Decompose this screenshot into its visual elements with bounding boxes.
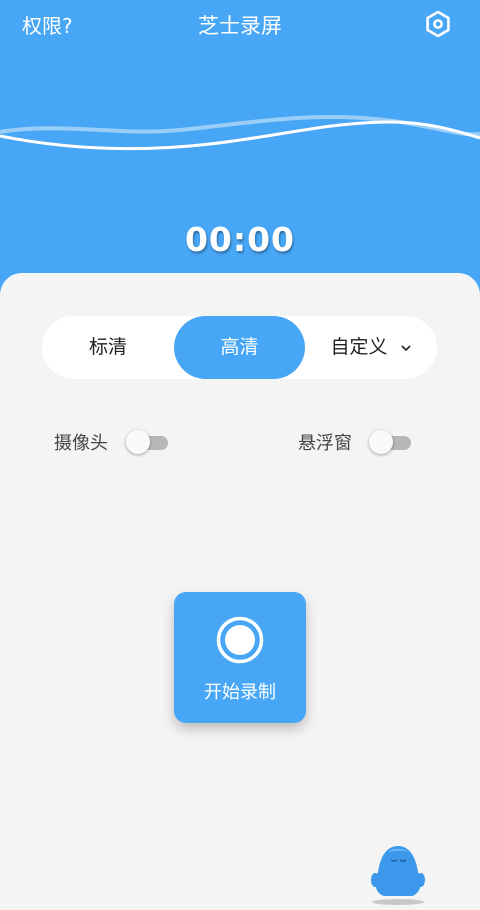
start-recording-label: 开始录制 (204, 682, 276, 703)
header-banner: 权限? 芝士录屏 00:00 (0, 0, 480, 300)
app-title: 芝士录屏 (198, 14, 282, 38)
camera-switch-thumb (126, 430, 150, 454)
quality-option-standard[interactable]: 标清 (42, 316, 174, 379)
camera-switch[interactable] (126, 429, 168, 455)
camera-toggle-row: 摄像头 (54, 425, 174, 459)
floating-window-switch-thumb (369, 430, 393, 454)
floating-window-label: 悬浮窗 (298, 433, 352, 454)
record-circle-icon (216, 616, 264, 664)
quality-option-custom[interactable]: 自定义 (305, 316, 437, 379)
floating-window-toggle-row: 悬浮窗 (298, 425, 418, 459)
quality-option-custom-label: 自定义 (330, 336, 388, 358)
mascot-character-icon[interactable] (364, 838, 432, 906)
wave-decoration (0, 114, 480, 151)
quality-selector: 标清 高清 自定义 (42, 316, 437, 379)
start-recording-button[interactable]: 开始录制 (174, 592, 306, 723)
quality-option-hd[interactable]: 高清 (174, 316, 305, 379)
settings-hexagon-icon[interactable] (424, 10, 452, 38)
chevron-down-icon (400, 344, 411, 351)
camera-label: 摄像头 (54, 433, 108, 454)
floating-window-switch[interactable] (369, 429, 411, 455)
recording-timer: 00:00 (184, 220, 296, 259)
